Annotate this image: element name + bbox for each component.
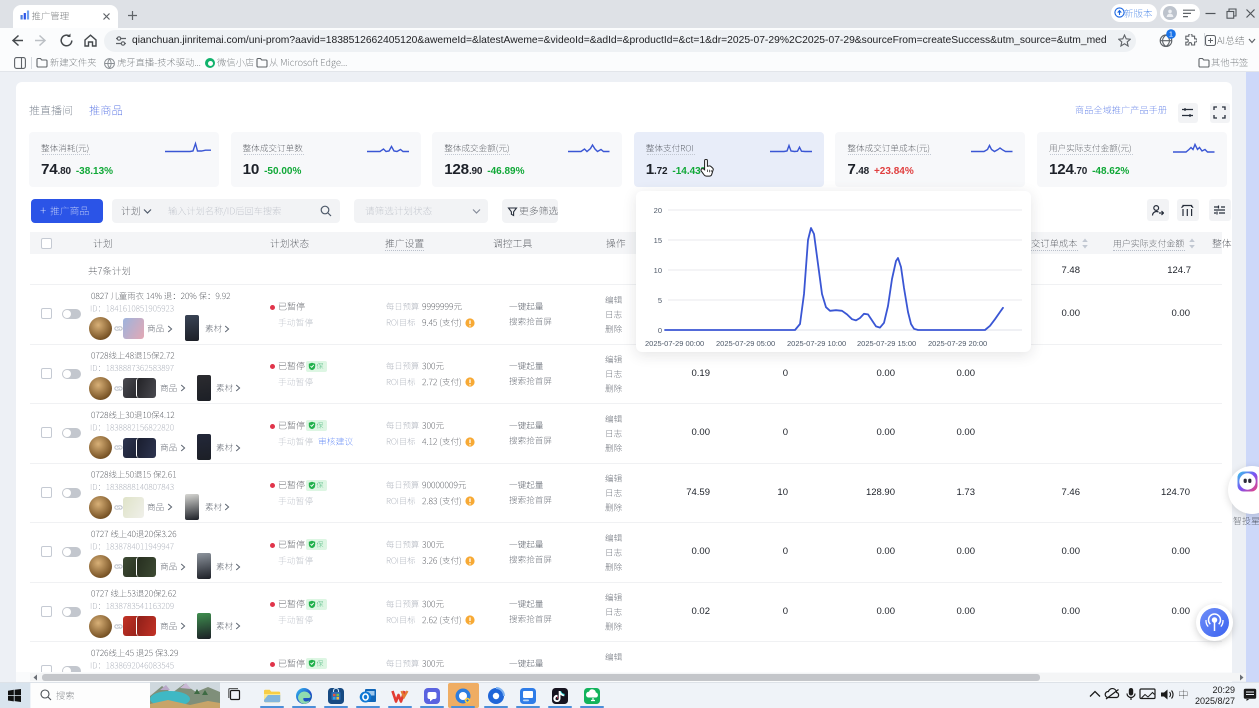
svg-text:2025-07-29 20:00: 2025-07-29 20:00 (928, 339, 987, 348)
svg-text:20: 20 (654, 206, 662, 215)
svg-text:1: 1 (1169, 30, 1173, 39)
svg-text:2025-07-29 15:00: 2025-07-29 15:00 (857, 339, 916, 348)
svg-text:2025-07-29 10:00: 2025-07-29 10:00 (787, 339, 846, 348)
svg-text:15: 15 (654, 236, 662, 245)
svg-text:5: 5 (658, 296, 662, 305)
svg-text:2025-07-29 00:00: 2025-07-29 00:00 (645, 339, 704, 348)
svg-text:10: 10 (654, 266, 662, 275)
svg-text:0: 0 (658, 326, 662, 335)
svg-text:2025-07-29 05:00: 2025-07-29 05:00 (716, 339, 775, 348)
